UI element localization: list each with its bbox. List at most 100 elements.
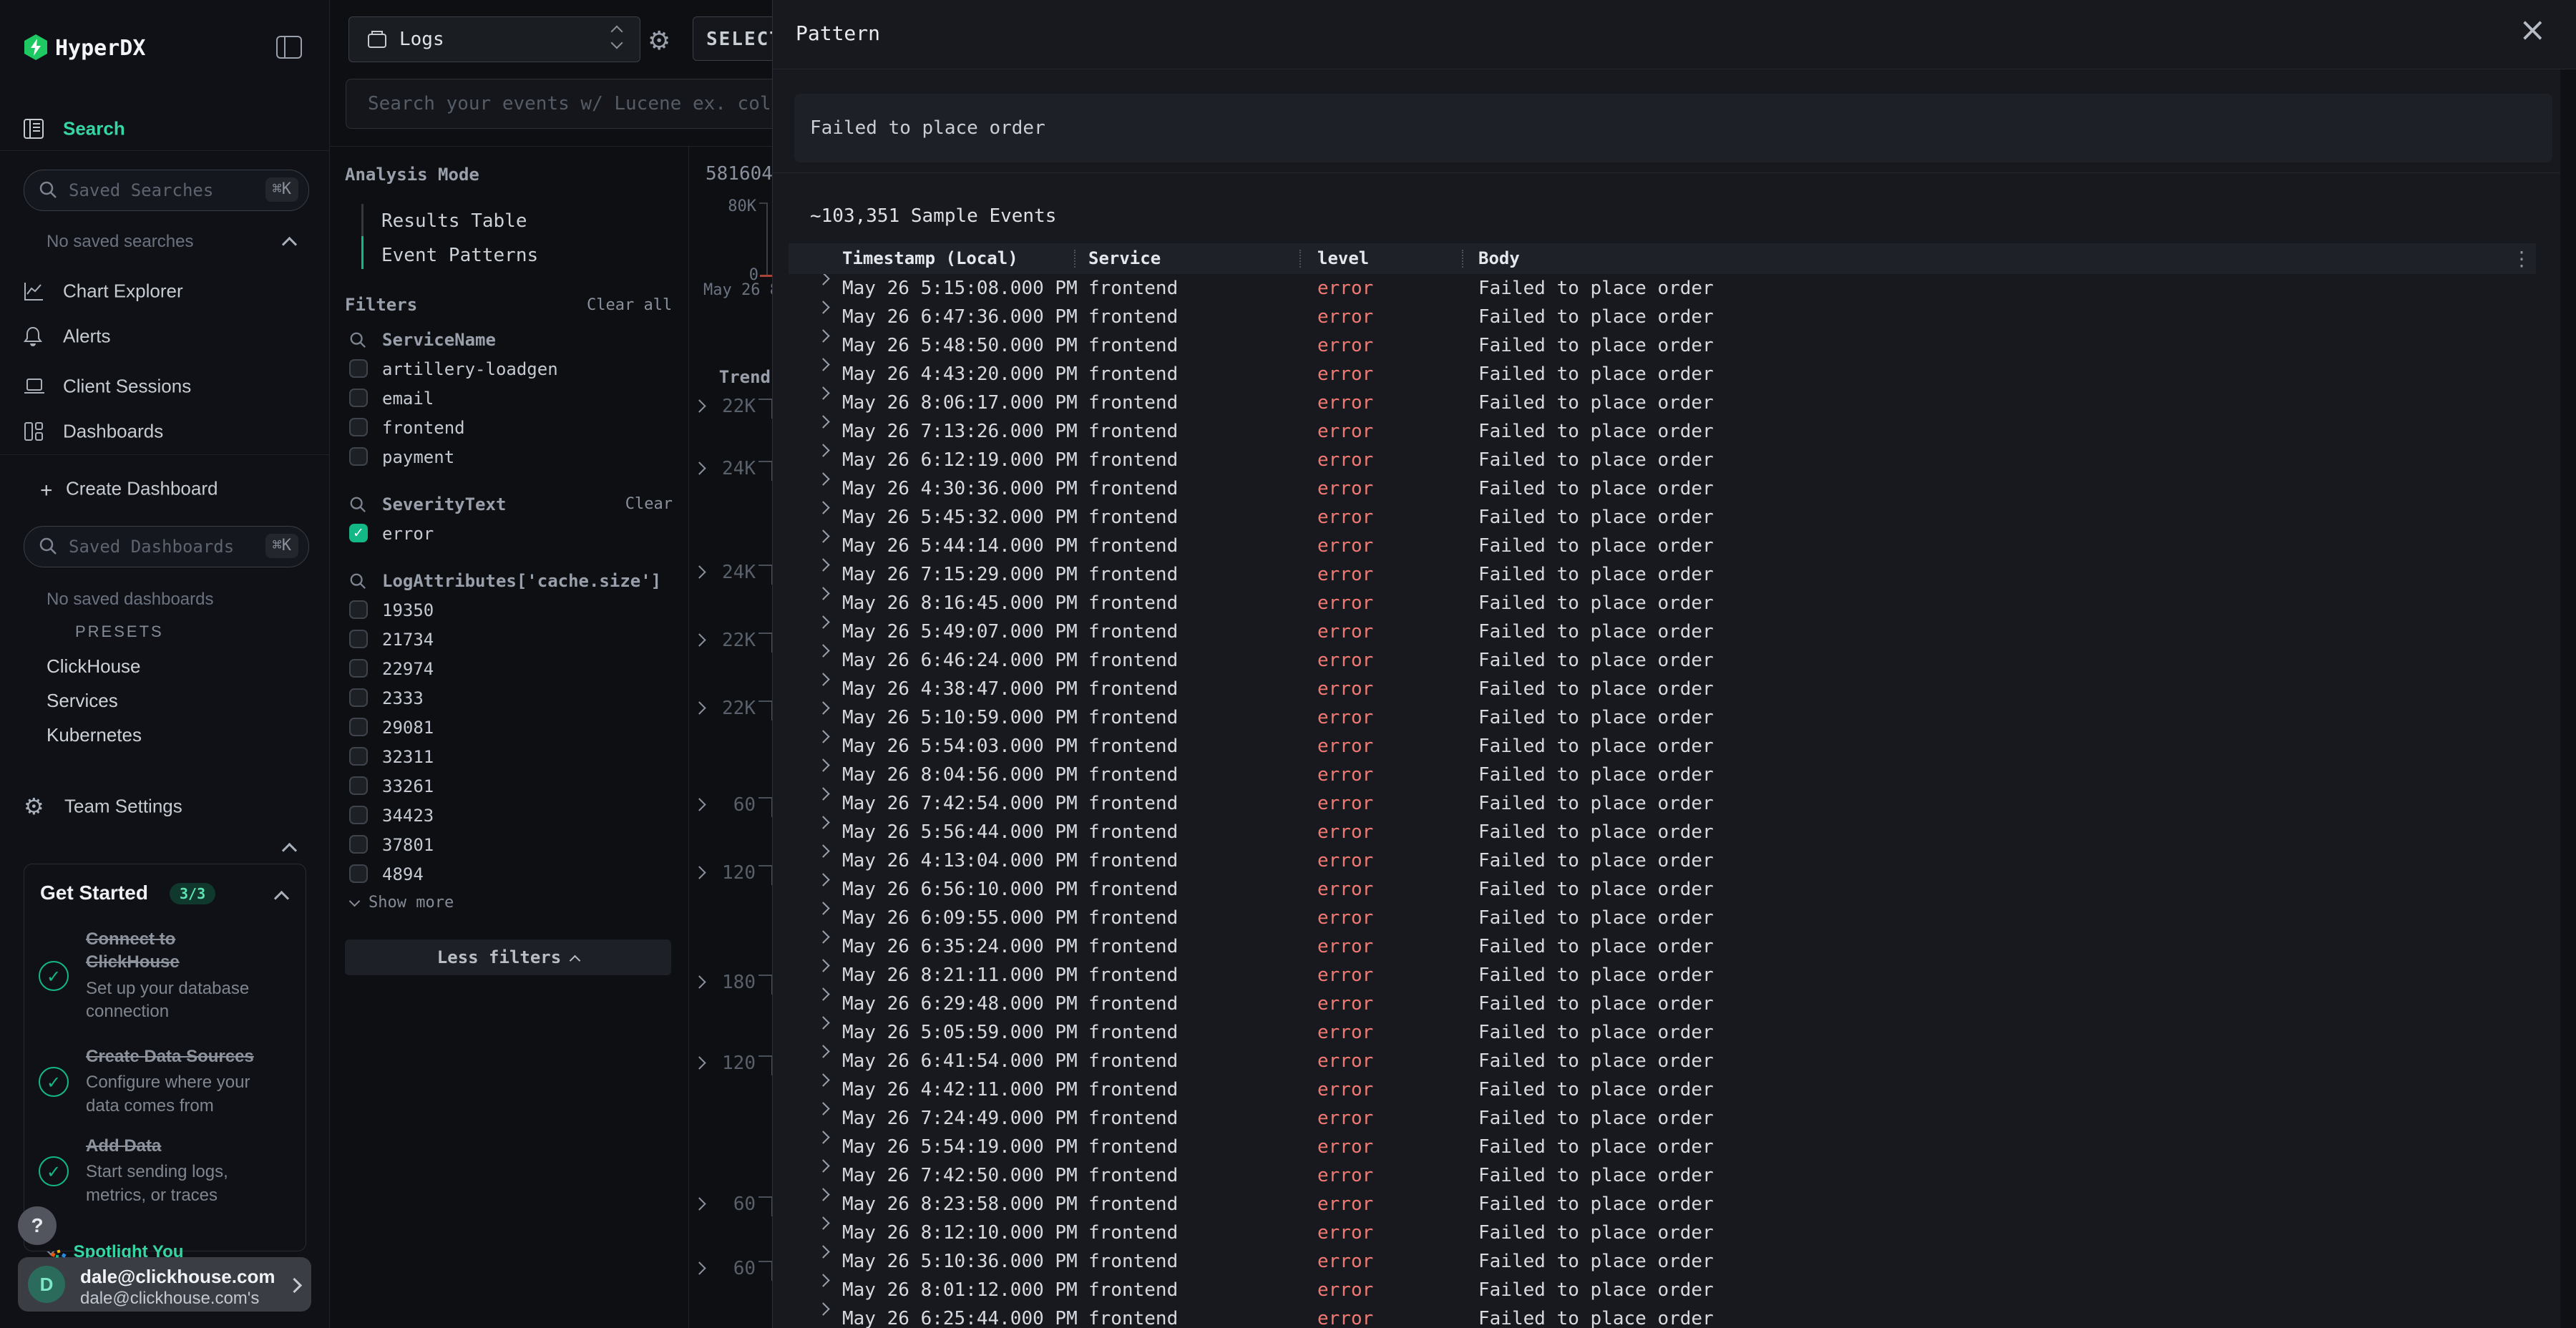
row-expand-chevron-icon[interactable] [816, 301, 829, 313]
table-row[interactable]: May 26 8:23:58.000 PMfrontenderrorFailed… [789, 1190, 2536, 1219]
preset-item-services[interactable]: Services [47, 690, 118, 712]
row-expand-chevron-icon[interactable] [816, 959, 829, 972]
clear-filter-button[interactable]: Clear [625, 490, 673, 519]
row-expand-chevron-icon[interactable] [816, 444, 829, 456]
checkbox[interactable] [349, 447, 368, 466]
table-row[interactable]: May 26 5:10:59.000 PMfrontenderrorFailed… [789, 703, 2536, 732]
chevron-up-icon[interactable] [274, 891, 289, 906]
checkbox[interactable] [349, 418, 368, 436]
row-expand-chevron-icon[interactable] [816, 816, 829, 829]
row-expand-chevron-icon[interactable] [816, 1274, 829, 1286]
row-expand-chevron-icon[interactable] [816, 844, 829, 857]
row-expand-chevron-icon[interactable] [816, 472, 829, 485]
table-row[interactable]: May 26 6:35:24.000 PMfrontenderrorFailed… [789, 932, 2536, 961]
row-expand-chevron-icon[interactable] [816, 1016, 829, 1029]
row-expand-chevron-icon[interactable] [816, 1073, 829, 1086]
table-row[interactable]: May 26 7:13:26.000 PMfrontenderrorFailed… [789, 417, 2536, 446]
checkbox[interactable] [349, 359, 368, 378]
row-expand-chevron-icon[interactable] [816, 615, 829, 628]
filter-option[interactable]: email [345, 384, 673, 413]
row-expand-chevron-icon[interactable] [816, 930, 829, 943]
table-row[interactable]: May 26 6:09:55.000 PMfrontenderrorFailed… [789, 904, 2536, 932]
row-expand-chevron-icon[interactable] [816, 730, 829, 743]
row-expand-chevron-icon[interactable] [816, 587, 829, 600]
filter-option[interactable]: 4894 [345, 859, 673, 889]
row-expand-chevron-icon[interactable] [816, 987, 829, 1000]
table-row[interactable]: May 26 8:04:56.000 PMfrontenderrorFailed… [789, 761, 2536, 789]
table-row[interactable]: May 26 4:38:47.000 PMfrontenderrorFailed… [789, 675, 2536, 703]
chevron-up-icon[interactable] [282, 843, 297, 858]
filter-option[interactable]: 29081 [345, 713, 673, 742]
table-row[interactable]: May 26 4:42:11.000 PMfrontenderrorFailed… [789, 1075, 2536, 1104]
filter-option[interactable]: 19350 [345, 595, 673, 625]
table-row[interactable]: May 26 4:13:04.000 PMfrontenderrorFailed… [789, 846, 2536, 875]
saved-searches-input[interactable]: Saved Searches ⌘K [24, 170, 309, 211]
filter-option[interactable]: ✓error [345, 519, 673, 548]
filter-option[interactable]: 2333 [345, 683, 673, 713]
row-expand-chevron-icon[interactable] [816, 644, 829, 657]
table-row[interactable]: May 26 5:44:14.000 PMfrontenderrorFailed… [789, 532, 2536, 560]
checkbox[interactable] [349, 776, 368, 795]
table-row[interactable]: May 26 7:42:54.000 PMfrontenderrorFailed… [789, 789, 2536, 818]
table-row[interactable]: May 26 8:16:45.000 PMfrontenderrorFailed… [789, 589, 2536, 617]
table-row[interactable]: May 26 6:25:44.000 PMfrontenderrorFailed… [789, 1304, 2536, 1328]
filter-option[interactable]: frontend [345, 413, 673, 442]
column-separator[interactable] [1074, 250, 1075, 268]
column-separator[interactable] [1299, 250, 1301, 268]
filter-option[interactable]: 21734 [345, 625, 673, 654]
row-expand-chevron-icon[interactable] [816, 1245, 829, 1258]
table-row[interactable]: May 26 6:46:24.000 PMfrontenderrorFailed… [789, 646, 2536, 675]
source-settings-gear-icon[interactable]: ⚙ [648, 26, 670, 56]
filter-option[interactable]: 34423 [345, 801, 673, 830]
row-expand-chevron-icon[interactable] [816, 358, 829, 371]
table-row[interactable]: May 26 6:56:10.000 PMfrontenderrorFailed… [789, 875, 2536, 904]
table-row[interactable]: May 26 7:24:49.000 PMfrontenderrorFailed… [789, 1104, 2536, 1133]
checkbox[interactable] [349, 864, 368, 883]
checkbox[interactable] [349, 389, 368, 407]
clear-all-button[interactable]: Clear all [587, 296, 672, 314]
row-expand-chevron-icon[interactable] [816, 386, 829, 399]
filter-option[interactable]: payment [345, 442, 673, 472]
table-row[interactable]: May 26 6:29:48.000 PMfrontenderrorFailed… [789, 990, 2536, 1018]
table-row[interactable]: May 26 8:06:17.000 PMfrontenderrorFailed… [789, 389, 2536, 417]
row-expand-chevron-icon[interactable] [816, 558, 829, 571]
row-expand-chevron-icon[interactable] [816, 274, 829, 285]
checkbox[interactable] [349, 688, 368, 707]
table-row[interactable]: May 26 5:49:07.000 PMfrontenderrorFailed… [789, 617, 2536, 646]
row-expand-chevron-icon[interactable] [816, 902, 829, 914]
row-expand-chevron-icon[interactable] [816, 758, 829, 771]
collapse-sidebar-icon[interactable] [276, 36, 302, 59]
mode-event-patterns[interactable]: Event Patterns [381, 245, 538, 266]
filter-option[interactable]: 37801 [345, 830, 673, 859]
row-expand-chevron-icon[interactable] [816, 501, 829, 514]
sidebar-item-client-sessions[interactable]: Client Sessions [0, 371, 329, 402]
row-expand-chevron-icon[interactable] [816, 873, 829, 886]
table-row[interactable]: May 26 5:45:32.000 PMfrontenderrorFailed… [789, 503, 2536, 532]
table-row[interactable]: May 26 8:21:11.000 PMfrontenderrorFailed… [789, 961, 2536, 990]
chevron-up-icon[interactable] [282, 237, 297, 252]
table-row[interactable]: May 26 5:10:36.000 PMfrontenderrorFailed… [789, 1247, 2536, 1276]
source-select[interactable]: Logs [348, 16, 640, 62]
table-row[interactable]: May 26 7:42:50.000 PMfrontenderrorFailed… [789, 1161, 2536, 1190]
mode-results-table[interactable]: Results Table [381, 210, 527, 232]
table-row[interactable]: May 26 5:05:59.000 PMfrontenderrorFailed… [789, 1018, 2536, 1047]
row-expand-chevron-icon[interactable] [816, 1216, 829, 1229]
row-expand-chevron-icon[interactable] [816, 1159, 829, 1172]
table-row[interactable]: May 26 6:12:19.000 PMfrontenderrorFailed… [789, 446, 2536, 474]
checkbox[interactable] [349, 747, 368, 766]
sidebar-item-team-settings[interactable]: ⚙ Team Settings [0, 791, 329, 822]
row-expand-chevron-icon[interactable] [816, 1045, 829, 1058]
table-row[interactable]: May 26 6:47:36.000 PMfrontenderrorFailed… [789, 303, 2536, 331]
less-filters-button[interactable]: Less filters [345, 939, 671, 975]
column-separator[interactable] [1462, 250, 1463, 268]
presets-toggle[interactable]: PRESETS [0, 617, 329, 645]
row-expand-chevron-icon[interactable] [816, 329, 829, 342]
table-row[interactable]: May 26 5:15:08.000 PMfrontenderrorFailed… [789, 274, 2536, 303]
show-more-button[interactable]: Show more [345, 889, 673, 917]
table-row[interactable]: May 26 5:54:19.000 PMfrontenderrorFailed… [789, 1133, 2536, 1161]
checkbox[interactable]: ✓ [349, 524, 368, 542]
table-options-kebab-icon[interactable]: ⋮ [2512, 243, 2532, 274]
help-button[interactable]: ? [18, 1206, 57, 1245]
checkbox[interactable] [349, 835, 368, 854]
filter-option[interactable]: 33261 [345, 771, 673, 801]
